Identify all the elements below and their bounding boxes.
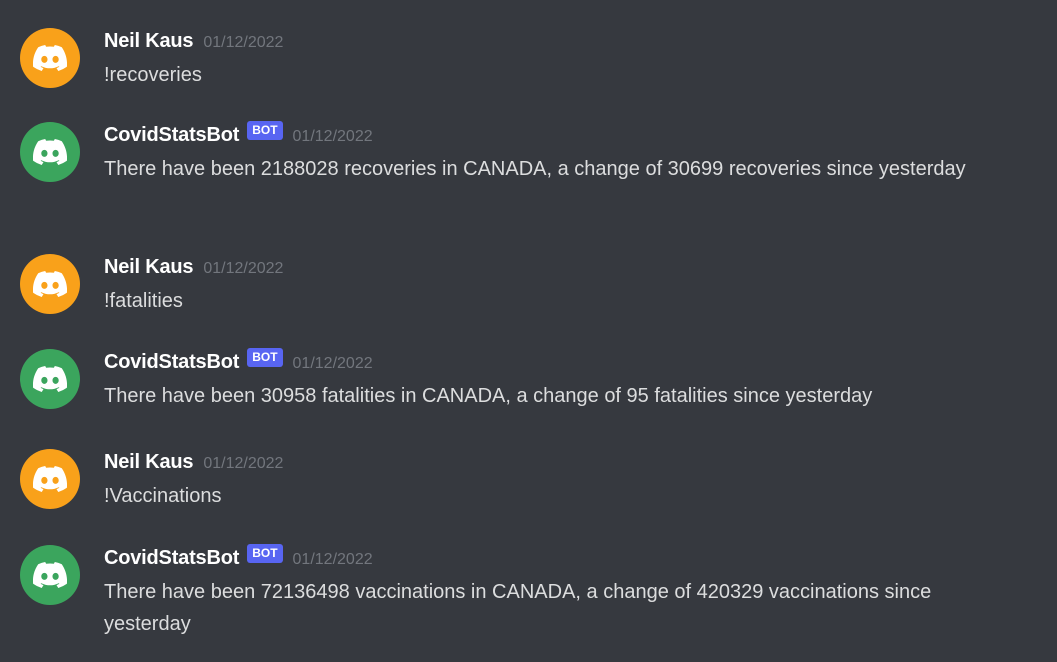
message-header: CovidStatsBot BOT 01/12/2022 (104, 347, 373, 375)
avatar[interactable] (20, 122, 80, 182)
discord-logo-icon (33, 271, 67, 297)
bot-badge: BOT (247, 543, 283, 563)
bot-badge: BOT (247, 120, 283, 140)
timestamp[interactable]: 01/12/2022 (203, 455, 283, 473)
avatar[interactable] (20, 28, 80, 88)
username[interactable]: Neil Kaus (104, 451, 194, 474)
message-header: CovidStatsBot BOT 01/12/2022 (104, 543, 373, 571)
message-content: There have been 2188028 recoveries in CA… (104, 158, 966, 180)
avatar[interactable] (20, 545, 80, 605)
timestamp[interactable]: 01/12/2022 (203, 260, 283, 278)
discord-logo-icon (33, 366, 67, 392)
discord-logo-icon (33, 466, 67, 492)
timestamp[interactable]: 01/12/2022 (293, 355, 373, 373)
timestamp[interactable]: 01/12/2022 (293, 551, 373, 569)
timestamp[interactable]: 01/12/2022 (203, 34, 283, 52)
username[interactable]: Neil Kaus (104, 30, 194, 53)
message-header: Neil Kaus 01/12/2022 (104, 449, 283, 475)
message-content: !fatalities (104, 290, 183, 312)
message-content: !Vaccinations (104, 485, 222, 507)
message-content: !recoveries (104, 64, 202, 86)
avatar[interactable] (20, 254, 80, 314)
message-header: Neil Kaus 01/12/2022 (104, 28, 283, 54)
username[interactable]: Neil Kaus (104, 256, 194, 279)
username[interactable]: CovidStatsBot (104, 351, 239, 374)
username[interactable]: CovidStatsBot (104, 124, 239, 147)
username[interactable]: CovidStatsBot (104, 547, 239, 570)
message-content: There have been 30958 fatalities in CANA… (104, 385, 873, 407)
bot-badge: BOT (247, 347, 283, 367)
message-header: CovidStatsBot BOT 01/12/2022 (104, 120, 373, 148)
discord-logo-icon (33, 562, 67, 588)
message-header: Neil Kaus 01/12/2022 (104, 254, 283, 280)
discord-logo-icon (33, 139, 67, 165)
message-content: There have been 72136498 vaccinations in… (104, 581, 932, 635)
avatar[interactable] (20, 449, 80, 509)
chat-message-list: Neil Kaus 01/12/2022 !recoveries CovidSt… (0, 0, 1057, 662)
avatar[interactable] (20, 349, 80, 409)
timestamp[interactable]: 01/12/2022 (293, 128, 373, 146)
discord-logo-icon (33, 45, 67, 71)
